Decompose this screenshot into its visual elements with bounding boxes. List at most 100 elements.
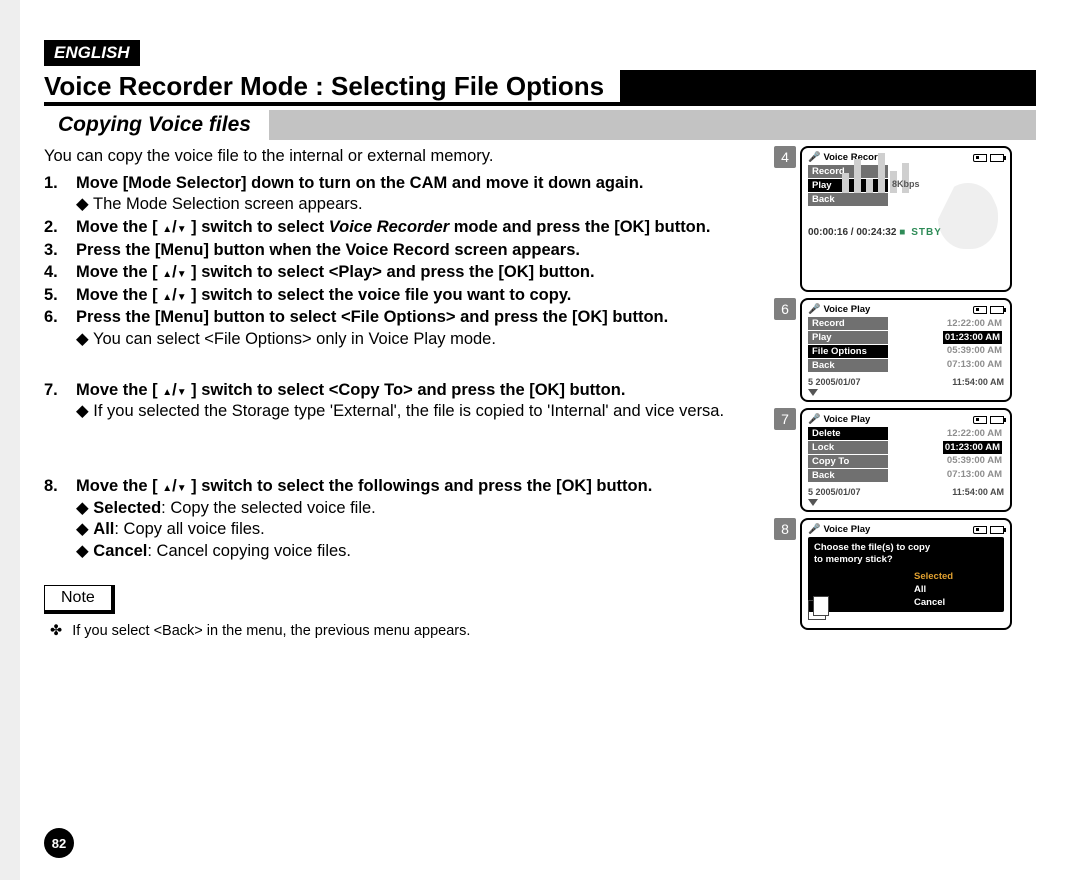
step-number: 3. <box>44 240 76 261</box>
screen-title: Voice Play <box>823 524 870 535</box>
down-arrow-icon <box>177 217 187 238</box>
down-arrow-icon <box>177 285 187 306</box>
mic-icon: 🎤 <box>808 152 820 163</box>
screen-title: Voice Play <box>823 304 870 315</box>
time-list: 12:22:00 AM 01:23:00 AM 05:39:00 AM 07:1… <box>943 427 1002 481</box>
memory-card-icon <box>973 306 987 314</box>
battery-icon <box>990 306 1004 314</box>
battery-icon <box>990 526 1004 534</box>
step-number: 8. <box>44 476 76 562</box>
subheading-bar: Copying Voice files <box>44 110 1036 140</box>
page-title: Voice Recorder Mode : Selecting File Opt… <box>44 70 620 102</box>
up-arrow-icon <box>162 262 172 283</box>
menu-item: Play <box>808 331 888 344</box>
language-badge: ENGLISH <box>44 40 140 66</box>
device-screens-column: 4 🎤 Voice Record Record <box>800 146 1032 641</box>
screen-step-badge: 8 <box>774 518 796 540</box>
screen-menu: Delete Lock Copy To Back <box>808 427 888 482</box>
option-item: All <box>914 583 998 596</box>
up-arrow-icon <box>162 285 172 306</box>
step-sub: If you selected the Storage type 'Extern… <box>76 401 784 422</box>
menu-item: Record <box>808 317 888 330</box>
step-number: 7. <box>44 380 76 422</box>
screen-title: Voice Play <box>823 414 870 425</box>
screen-step-badge: 6 <box>774 298 796 320</box>
battery-icon <box>990 416 1004 424</box>
step-7: 7. Move the [ / ] switch to select <Copy… <box>44 380 784 422</box>
option-selected: Selected <box>914 570 998 583</box>
step-sub: The Mode Selection screen appears. <box>76 194 784 215</box>
dialog-options: Selected All Cancel <box>914 570 998 609</box>
device-screen-4: 4 🎤 Voice Record Record <box>800 146 1032 292</box>
page-gutter-left <box>0 0 20 880</box>
step-number: 1. <box>44 173 76 215</box>
step-main: Move the [ / ] switch to select Voice Re… <box>76 218 710 236</box>
chevron-down-icon <box>808 389 818 396</box>
device-screen-6: 6 🎤 Voice Play Record Play File Options … <box>800 298 1032 402</box>
memory-card-icon <box>973 154 987 162</box>
device-screen-7: 7 🎤 Voice Play Delete Lock Copy To Back <box>800 408 1032 512</box>
step-sub: You can select <File Options> only in Vo… <box>76 329 784 350</box>
note-text: If you select <Back> in the menu, the pr… <box>44 622 784 640</box>
menu-item: Back <box>808 193 888 206</box>
memory-card-icon <box>973 416 987 424</box>
menu-item-selected: Delete <box>808 427 888 440</box>
step-sub: Cancel: Cancel copying voice files. <box>76 541 784 562</box>
down-arrow-icon <box>177 476 187 497</box>
step-sub: All: Copy all voice files. <box>76 519 784 540</box>
copy-icon <box>808 600 826 620</box>
up-arrow-icon <box>162 476 172 497</box>
step-number: 5. <box>44 285 76 306</box>
step-3: 3. Press the [Menu] button when the Voic… <box>44 240 784 261</box>
chevron-down-icon <box>808 499 818 506</box>
step-8: 8. Move the [ / ] switch to select the f… <box>44 476 784 562</box>
screen-menu: Record Play File Options Back <box>808 317 888 372</box>
head-silhouette-icon <box>938 183 998 249</box>
menu-item: Lock <box>808 441 888 454</box>
status-line: 5 2005/01/07 11:54:00 AM <box>808 377 1004 387</box>
step-main: Move the [ / ] switch to select <Copy To… <box>76 381 625 399</box>
menu-item: Copy To <box>808 455 888 468</box>
step-number: 2. <box>44 217 76 238</box>
step-1: 1. Move [Mode Selector] down to turn on … <box>44 173 784 215</box>
bitrate-label: 8Kbps <box>892 179 920 189</box>
steps-list: 1. Move [Mode Selector] down to turn on … <box>44 173 784 350</box>
step-6: 6. Press the [Menu] button to select <Fi… <box>44 307 784 349</box>
screen-step-badge: 7 <box>774 408 796 430</box>
device-screen-8: 8 🎤 Voice Play Choose the file(s) to cop… <box>800 518 1032 630</box>
step-2: 2. Move the [ / ] switch to select Voice… <box>44 217 784 238</box>
note-label: Note <box>44 585 115 614</box>
mic-icon: 🎤 <box>808 414 820 425</box>
step-4: 4. Move the [ / ] switch to select <Play… <box>44 262 784 283</box>
step-main: Move the [ / ] switch to select <Play> a… <box>76 263 595 281</box>
subheading: Copying Voice files <box>44 110 269 140</box>
step-5: 5. Move the [ / ] switch to select the v… <box>44 285 784 306</box>
battery-icon <box>990 154 1004 162</box>
up-arrow-icon <box>162 380 172 401</box>
intro-text: You can copy the voice file to the inter… <box>44 146 784 167</box>
instruction-column: You can copy the voice file to the inter… <box>44 146 784 641</box>
step-main: Move [Mode Selector] down to turn on the… <box>76 174 643 192</box>
step-main: Move the [ / ] switch to select the voic… <box>76 286 571 304</box>
down-arrow-icon <box>177 262 187 283</box>
page-number-badge: 82 <box>44 828 74 858</box>
menu-item-selected: File Options <box>808 345 888 358</box>
title-bar: Voice Recorder Mode : Selecting File Opt… <box>44 70 1036 106</box>
up-arrow-icon <box>162 217 172 238</box>
step-number: 4. <box>44 262 76 283</box>
step-main: Move the [ / ] switch to select the foll… <box>76 477 652 495</box>
dialog-prompt: Choose the file(s) to copy to memory sti… <box>814 540 998 568</box>
status-line: 5 2005/01/07 11:54:00 AM <box>808 487 1004 497</box>
step-main: Press the [Menu] button to select <File … <box>76 308 668 326</box>
step-main: Press the [Menu] button when the Voice R… <box>76 241 580 259</box>
time-list: 12:22:00 AM 01:23:00 AM 05:39:00 AM 07:1… <box>943 317 1002 371</box>
down-arrow-icon <box>177 380 187 401</box>
menu-item: Back <box>808 359 888 372</box>
screen-step-badge: 4 <box>774 146 796 168</box>
menu-item: Back <box>808 469 888 482</box>
step-sub: Selected: Copy the selected voice file. <box>76 498 784 519</box>
step-number: 6. <box>44 307 76 349</box>
memory-card-icon <box>973 526 987 534</box>
mic-icon: 🎤 <box>808 304 820 315</box>
mic-icon: 🎤 <box>808 524 820 535</box>
